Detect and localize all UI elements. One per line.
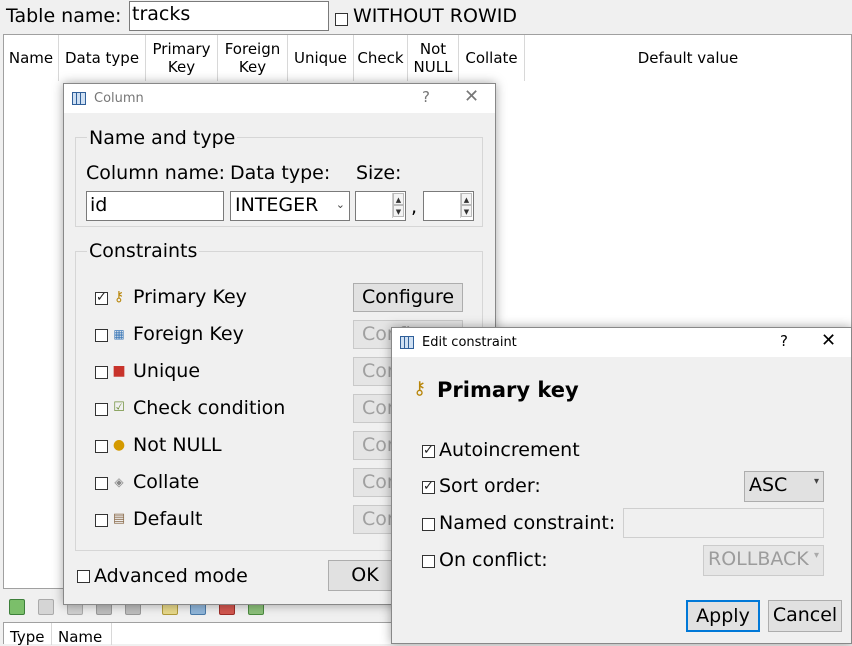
on-conflict-value: ROLLBACK xyxy=(708,548,809,570)
constraint-heading: Primary key xyxy=(437,378,579,402)
not-null-label: Not NULL xyxy=(133,434,222,456)
spin-up-icon[interactable]: ▲ xyxy=(393,193,404,205)
size-separator: , xyxy=(411,196,418,218)
help-icon[interactable]: ? xyxy=(422,88,430,106)
on-conflict-label: On conflict: xyxy=(439,549,548,571)
header-collate[interactable]: Collate xyxy=(459,35,525,81)
header-primary-key[interactable]: Primary Key xyxy=(146,35,218,81)
collate-icon: ◈ xyxy=(114,475,124,489)
cancel-button[interactable]: Cancel xyxy=(768,600,842,632)
named-constraint-input[interactable] xyxy=(623,508,824,538)
named-constraint-label: Named constraint: xyxy=(439,512,616,534)
header-default-value[interactable]: Default value xyxy=(525,35,851,81)
data-type-label: Data type: xyxy=(230,162,331,184)
column-name-input[interactable]: id xyxy=(86,191,224,221)
sort-order-value: ASC xyxy=(749,474,788,496)
advanced-mode-checkbox[interactable] xyxy=(77,570,90,583)
key-icon: ⚷ xyxy=(413,378,427,399)
apply-button[interactable]: Apply xyxy=(686,600,760,632)
check-condition-label: Check condition xyxy=(133,397,286,419)
spin-up-icon[interactable]: ▲ xyxy=(461,193,472,205)
autoincrement-label: Autoincrement xyxy=(439,439,580,461)
check-condition-icon: ☑ xyxy=(113,400,125,415)
named-constraint-checkbox[interactable] xyxy=(422,518,435,531)
sort-order-checkbox[interactable] xyxy=(422,478,435,496)
spin-down-icon[interactable]: ▼ xyxy=(393,205,404,217)
table-icon xyxy=(400,336,414,349)
edit-constraint-titlebar[interactable]: Edit constraint ? ✕ xyxy=(392,328,851,357)
size-label: Size: xyxy=(356,162,402,184)
check-condition-checkbox[interactable] xyxy=(95,403,108,416)
table-icon xyxy=(72,92,86,105)
chevron-down-icon: ⌄ xyxy=(335,198,345,211)
data-type-value: INTEGER xyxy=(235,194,319,216)
header-check[interactable]: Check xyxy=(354,35,408,81)
header-constraint-name[interactable]: Name xyxy=(52,623,112,646)
primary-key-label: Primary Key xyxy=(133,286,247,308)
column-dialog-title: Column xyxy=(94,91,144,106)
header-foreign-key[interactable]: Foreign Key xyxy=(218,35,288,81)
on-conflict-checkbox[interactable] xyxy=(422,555,435,568)
edit-table-icon[interactable] xyxy=(38,599,54,615)
name-and-type-title: Name and type xyxy=(87,127,238,149)
size-spinner[interactable]: ▲ ▼ xyxy=(355,191,406,221)
foreign-key-label: Foreign Key xyxy=(133,323,244,345)
collate-checkbox[interactable] xyxy=(95,477,108,490)
close-icon[interactable]: ✕ xyxy=(464,86,479,107)
advanced-mode-label: Advanced mode xyxy=(94,565,248,587)
column-dialog-titlebar[interactable]: Column ? ✕ xyxy=(64,84,495,113)
dropdown-arrow-icon: ▾ xyxy=(813,550,819,561)
unique-checkbox[interactable] xyxy=(95,366,108,379)
sort-order-label: Sort order: xyxy=(439,475,541,497)
unique-label: Unique xyxy=(133,360,201,382)
header-not-null[interactable]: Not NULL xyxy=(408,35,459,81)
precision-spinner[interactable]: ▲ ▼ xyxy=(423,191,474,221)
header-name[interactable]: Name xyxy=(4,35,59,81)
help-icon[interactable]: ? xyxy=(780,332,788,350)
without-rowid-checkbox[interactable] xyxy=(335,13,348,26)
without-rowid-label: WITHOUT ROWID xyxy=(353,5,517,27)
edit-constraint-title: Edit constraint xyxy=(422,335,517,350)
foreign-key-checkbox[interactable] xyxy=(95,329,108,342)
constraints-title: Constraints xyxy=(87,240,200,262)
header-type[interactable]: Type xyxy=(4,623,52,646)
table-name-input[interactable]: tracks xyxy=(129,1,329,31)
close-icon[interactable]: ✕ xyxy=(821,330,836,351)
primary-key-checkbox[interactable] xyxy=(95,289,108,307)
dropdown-arrow-icon: ▾ xyxy=(813,476,819,487)
autoincrement-checkbox[interactable] xyxy=(422,442,435,460)
configure-primary-key-button[interactable]: Configure xyxy=(353,283,463,312)
column-name-label: Column name: xyxy=(86,162,226,184)
edit-constraint-dialog: Edit constraint ? ✕ ⚷ Primary key Autoin… xyxy=(391,327,852,644)
not-null-icon: ● xyxy=(112,437,126,453)
default-icon: ▤ xyxy=(112,511,126,526)
unique-icon: ■ xyxy=(112,363,126,379)
foreign-key-icon: ▦ xyxy=(113,327,125,341)
sort-order-select[interactable]: ASC ▾ xyxy=(744,471,824,502)
add-table-icon[interactable] xyxy=(9,599,25,615)
header-unique[interactable]: Unique xyxy=(288,35,354,81)
default-label: Default xyxy=(133,508,203,530)
header-data-type[interactable]: Data type xyxy=(59,35,146,81)
table-name-label: Table name: xyxy=(6,5,122,27)
spin-down-icon[interactable]: ▼ xyxy=(461,205,472,217)
collate-label: Collate xyxy=(133,471,200,493)
key-icon: ⚷ xyxy=(113,289,125,305)
not-null-checkbox[interactable] xyxy=(95,440,108,453)
data-type-select[interactable]: INTEGER ⌄ xyxy=(230,191,350,221)
on-conflict-select[interactable]: ROLLBACK ▾ xyxy=(703,545,824,576)
default-checkbox[interactable] xyxy=(95,514,108,527)
